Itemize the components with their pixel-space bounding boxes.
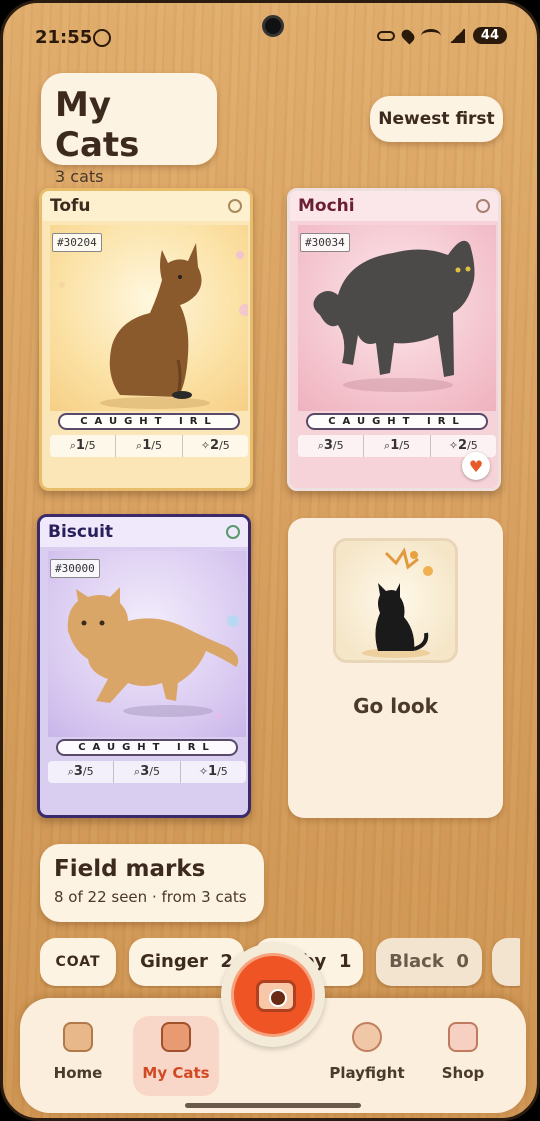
cat-artwork bbox=[50, 225, 250, 411]
cat-card-mochi[interactable]: Mochi #30034 CAUGHT IRL ⌕3/5 ⌕1/5 ✧2/5 ♥ bbox=[287, 188, 501, 491]
status-time: 21:55 bbox=[35, 27, 93, 48]
caught-irl-banner: CAUGHT IRL bbox=[58, 413, 240, 430]
stat-paw-1: ⌕3/5 bbox=[298, 435, 365, 457]
status-icons: 44 bbox=[376, 27, 507, 44]
camera-icon bbox=[256, 980, 296, 1012]
cat-id: #30034 bbox=[300, 233, 350, 252]
silhouette-cat-image bbox=[333, 538, 458, 663]
page-title: My Cats bbox=[55, 85, 140, 165]
card-name-bar: Tofu bbox=[42, 191, 250, 221]
seal-icon bbox=[228, 199, 242, 213]
shopping-bag-icon bbox=[448, 1022, 478, 1052]
chip-more[interactable] bbox=[492, 938, 520, 986]
stat-row: ⌕3/5 ⌕1/5 ✧2/5 bbox=[298, 435, 496, 457]
page-header: My Cats 3 cats bbox=[41, 73, 217, 186]
cat-artwork bbox=[48, 551, 246, 737]
stat-row: ⌕1/5 ⌕1/5 ✧2/5 bbox=[50, 435, 248, 457]
signal-icon bbox=[448, 28, 465, 43]
cat-id: #30000 bbox=[50, 559, 100, 578]
cat-artwork bbox=[298, 225, 496, 411]
sort-button[interactable]: Newest first bbox=[370, 96, 503, 142]
cat-name: Tofu bbox=[50, 196, 91, 216]
cat-count: 3 cats bbox=[55, 167, 104, 186]
nav-shop[interactable]: Shop bbox=[420, 1016, 506, 1096]
app-screen: 21:55 44 My Cats 3 cats Newest first Tof… bbox=[0, 0, 540, 1121]
stat-sparkle: ✧2/5 bbox=[448, 438, 478, 453]
stat-paw-2: ⌕3/5 bbox=[114, 761, 181, 783]
stat-sparkle: ✧2/5 bbox=[200, 438, 230, 453]
chip-black[interactable]: Black 0 bbox=[376, 938, 482, 986]
home-indicator[interactable] bbox=[185, 1103, 361, 1108]
card-name-bar: Biscuit bbox=[40, 517, 248, 547]
go-look-label: Go look bbox=[353, 694, 438, 718]
stat-row: ⌕3/5 ⌕3/5 ✧1/5 bbox=[48, 761, 246, 783]
chip-coat-category: COAT bbox=[40, 938, 116, 986]
favorite-heart-icon[interactable]: ♥ bbox=[462, 452, 490, 480]
battery-level: 44 bbox=[472, 27, 507, 44]
cat-id: #30204 bbox=[52, 233, 102, 252]
stat-paw-1: ⌕1/5 bbox=[50, 435, 117, 457]
seal-icon bbox=[476, 199, 490, 213]
stat-paw-2: ⌕1/5 bbox=[364, 435, 431, 457]
key-icon bbox=[376, 30, 395, 41]
stat-paw-2: ⌕1/5 bbox=[116, 435, 183, 457]
caught-irl-banner: CAUGHT IRL bbox=[56, 739, 238, 756]
nav-home[interactable]: Home bbox=[35, 1016, 121, 1096]
cat-name: Biscuit bbox=[48, 522, 114, 542]
boxing-gloves-icon bbox=[352, 1022, 382, 1052]
caught-irl-banner: CAUGHT IRL bbox=[306, 413, 488, 430]
cat-card-tofu[interactable]: Tofu #30204 CAUGHT IRL ⌕1/5 ⌕1/5 ✧2/5 bbox=[39, 188, 253, 491]
camera-capture-button[interactable] bbox=[221, 943, 325, 1047]
nav-playfight[interactable]: Playfight bbox=[324, 1016, 410, 1096]
cat-name: Mochi bbox=[298, 196, 355, 216]
go-look-card[interactable]: Go look bbox=[288, 518, 503, 818]
cat-card-biscuit[interactable]: Biscuit #30000 CAUGHT IRL ⌕3/5 ⌕3/5 ✧1/5 bbox=[37, 514, 251, 818]
front-camera bbox=[262, 15, 284, 37]
field-marks-title: Field marks bbox=[54, 856, 206, 882]
field-marks-subtitle: 8 of 22 seen · from 3 cats bbox=[54, 888, 247, 906]
field-marks-header: Field marks 8 of 22 seen · from 3 cats bbox=[40, 844, 264, 922]
wifi-icon bbox=[420, 28, 441, 43]
location-icon bbox=[399, 27, 417, 44]
stat-paw-1: ⌕3/5 bbox=[48, 761, 115, 783]
book-icon bbox=[161, 1022, 191, 1052]
seal-icon bbox=[226, 525, 240, 539]
nav-my-cats[interactable]: My Cats bbox=[133, 1016, 219, 1096]
stat-sparkle: ✧1/5 bbox=[198, 764, 228, 779]
ai-icon bbox=[93, 29, 111, 47]
card-name-bar: Mochi bbox=[290, 191, 498, 221]
home-icon bbox=[63, 1022, 93, 1052]
